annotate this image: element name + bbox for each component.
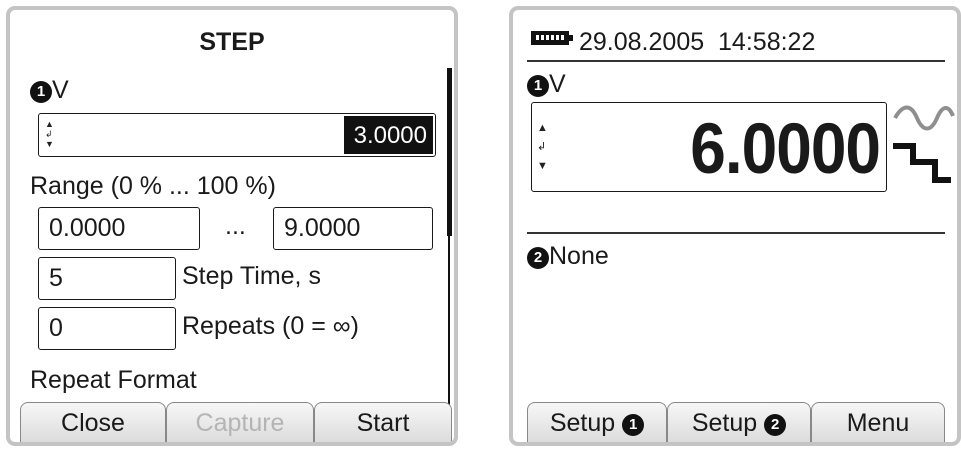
status-datetime: 29.08.2005 14:58:22 (579, 28, 815, 57)
big-reading-value: 6.0000 (690, 108, 881, 189)
setup-2-marker: 2 (764, 414, 787, 436)
setup-2-label: Setup (691, 409, 758, 437)
range-label: Range (0 % ... 100 %) (30, 172, 276, 200)
step-function-icon (891, 140, 957, 186)
channel-1-unit: V (549, 70, 566, 98)
channel-label: 1V (30, 76, 69, 105)
channel-2-marker: 2 (527, 247, 549, 269)
channel-1-value-field[interactable]: ▲ ↲ ▼ 6.0000 (531, 102, 887, 192)
capture-button[interactable]: Capture (166, 402, 314, 442)
step-time-label: Step Time, s (182, 262, 321, 290)
setup-1-label: Setup (549, 409, 616, 437)
scrollbar-thumb[interactable] (447, 68, 452, 236)
channel-2-label: 2 None (527, 242, 609, 271)
range-max-field[interactable]: 9.0000 (273, 207, 433, 250)
channel-1-marker: 1 (30, 81, 52, 103)
step-settings-screen: STEP 1V ▲ ↲ ▼ 3.0000 Range (0 % ... 100 %)… (6, 6, 458, 446)
step-time-field[interactable]: 5 (38, 257, 176, 300)
sine-wave-icon (891, 104, 957, 134)
screen-title: STEP (199, 28, 265, 56)
range-min-field[interactable]: 0.0000 (38, 207, 200, 250)
setup-2-button[interactable]: Setup 2 (667, 402, 811, 442)
step-value-selected: 3.0000 (343, 116, 433, 154)
close-button[interactable]: Close (20, 402, 166, 442)
channel-2-text: None (549, 242, 609, 270)
scrollbar-track[interactable] (448, 236, 450, 406)
battery-icon (531, 29, 577, 47)
section-divider (527, 232, 945, 234)
channel-unit: V (52, 76, 69, 104)
menu-button[interactable]: Menu (811, 402, 945, 442)
up-enter-down-icon: ▲ ↲ ▼ (45, 119, 54, 149)
range-separator: ... (225, 212, 246, 240)
channel-1-label: 1V (527, 70, 566, 99)
setup-1-marker: 1 (622, 414, 645, 436)
up-enter-down-icon: ▲ ↲ ▼ (537, 122, 548, 172)
start-button[interactable]: Start (314, 402, 452, 442)
repeats-label: Repeats (0 = ∞) (182, 312, 359, 340)
time-text: 14:58:22 (718, 28, 816, 56)
measurement-screen: 29.08.2005 14:58:22 1V ▲ ↲ ▼ 6.0000 2 None … (509, 6, 961, 446)
setup-1-button[interactable]: Setup 1 (527, 402, 667, 442)
date-text: 29.08.2005 (579, 28, 705, 56)
step-value-field[interactable]: ▲ ↲ ▼ 3.0000 (38, 113, 436, 157)
header-divider (527, 60, 945, 62)
repeats-field[interactable]: 0 (38, 307, 176, 350)
repeat-format-label: Repeat Format (30, 366, 197, 394)
channel-1-marker: 1 (527, 75, 549, 97)
